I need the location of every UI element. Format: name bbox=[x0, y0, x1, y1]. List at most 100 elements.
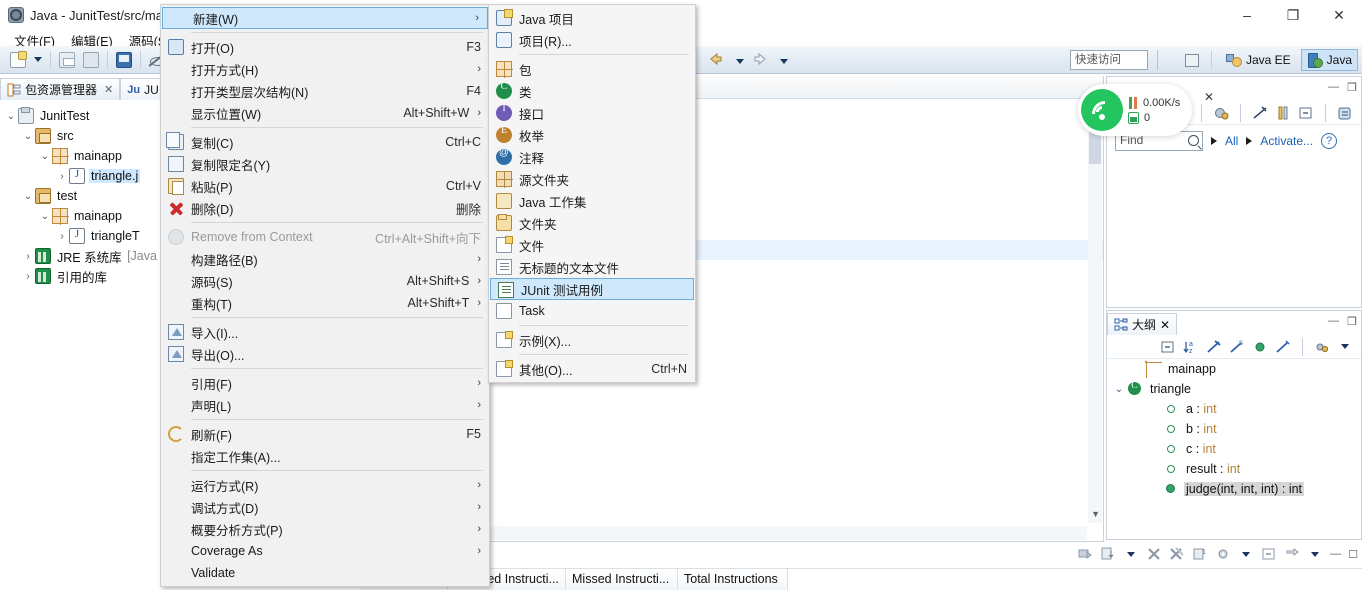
tree-item-src[interactable]: ⌄ src bbox=[4, 126, 182, 146]
maximize-icon[interactable]: ☐ bbox=[1348, 548, 1358, 561]
submenu-item-源文件夹[interactable]: 源文件夹 bbox=[489, 168, 695, 190]
outline-item[interactable]: judge(int, int, int) : int bbox=[1107, 479, 1361, 499]
print-icon[interactable] bbox=[80, 49, 102, 71]
collapse-all-icon[interactable] bbox=[1298, 105, 1314, 121]
submenu-item-注释[interactable]: 注释 bbox=[489, 146, 695, 168]
menu-item-源码s[interactable]: 源码(S) Alt+Shift+S › bbox=[161, 270, 489, 292]
close-button[interactable]: ✕ bbox=[1316, 0, 1362, 30]
maximize-button[interactable]: ❐ bbox=[1270, 0, 1316, 30]
menu-item-调试方式d[interactable]: 调试方式(D) › bbox=[161, 496, 489, 518]
activate-triangle-icon[interactable] bbox=[1246, 137, 1253, 145]
chevron-down-icon[interactable]: ⌄ bbox=[21, 191, 35, 202]
menu-item-删除d[interactable]: 删除(D) 删除 bbox=[161, 197, 489, 219]
submenu-item-junit测试用例[interactable]: JUnit 测试用例 bbox=[490, 278, 694, 300]
help-icon[interactable]: ? bbox=[1321, 133, 1338, 149]
menu-item-新建w[interactable]: 新建(W) › bbox=[162, 7, 488, 29]
chevron-down-icon[interactable] bbox=[1341, 344, 1349, 349]
collapse-all-icon[interactable] bbox=[1160, 339, 1176, 355]
tree-item-jre系统库[interactable]: › JRE 系统库 [Java bbox=[4, 246, 182, 266]
minimize-button[interactable]: – bbox=[1224, 0, 1270, 30]
menu-item-复制限定名y[interactable]: 复制限定名(Y) bbox=[161, 153, 489, 175]
submenu-item-java工作集[interactable]: Java 工作集 bbox=[489, 190, 695, 212]
submenu-item-类[interactable]: 类 bbox=[489, 80, 695, 102]
menu-item-coverageas[interactable]: Coverage As › bbox=[161, 540, 489, 562]
column-header[interactable]: Total Instructions bbox=[678, 568, 788, 590]
perspective-java[interactable]: Java bbox=[1300, 49, 1358, 71]
tree-item-mainapp[interactable]: ⌄ mainapp bbox=[4, 206, 182, 226]
menu-item-打开类型层次结构n[interactable]: 打开类型层次结构(N) F4 bbox=[161, 80, 489, 102]
minimize-icon[interactable]: — bbox=[1328, 81, 1339, 94]
chevron-down-icon[interactable]: ⌄ bbox=[1111, 384, 1127, 395]
expand-all-triangle-icon[interactable] bbox=[1211, 137, 1217, 145]
submenu-item-文件夹[interactable]: 文件夹 bbox=[489, 212, 695, 234]
submenu-item-枚举[interactable]: 枚举 bbox=[489, 124, 695, 146]
submenu-item-包[interactable]: 包 bbox=[489, 58, 695, 80]
menu-item-指定工作集a[interactable]: 指定工作集(A)... bbox=[161, 445, 489, 467]
forward-arrow-icon[interactable] bbox=[751, 50, 773, 72]
quick-access-input[interactable]: 快速访问 bbox=[1070, 50, 1148, 70]
close-icon[interactable]: ✕ bbox=[104, 83, 113, 96]
new-window-icon[interactable] bbox=[113, 49, 135, 71]
menu-item-概要分析方式p[interactable]: 概要分析方式(P) › bbox=[161, 518, 489, 540]
maximize-icon[interactable]: ❐ bbox=[1347, 81, 1357, 94]
new-wizard-dropdown-caret[interactable] bbox=[34, 57, 42, 62]
back-dropdown-caret[interactable] bbox=[736, 58, 744, 64]
outline-item[interactable]: c : int bbox=[1107, 439, 1361, 459]
tab-junit[interactable]: Ju JU bbox=[120, 78, 166, 100]
perspective-java-ee[interactable]: Java EE bbox=[1220, 49, 1297, 71]
menu-item-构建路径b[interactable]: 构建路径(B) › bbox=[161, 248, 489, 270]
chevron-down-icon[interactable]: ⌄ bbox=[21, 131, 35, 142]
submenu-item-java项目[interactable]: Java 项目 bbox=[489, 7, 695, 29]
collapse-all-icon[interactable] bbox=[1261, 546, 1277, 562]
menu-item-重构t[interactable]: 重构(T) Alt+Shift+T › bbox=[161, 292, 489, 314]
menu-item-运行方式r[interactable]: 运行方式(R) › bbox=[161, 474, 489, 496]
chevron-right-icon[interactable]: › bbox=[21, 271, 35, 282]
chevron-right-icon[interactable]: › bbox=[55, 171, 69, 182]
remove-session-icon[interactable] bbox=[1146, 546, 1162, 562]
outline-item[interactable]: mainapp bbox=[1107, 359, 1361, 379]
chevron-right-icon[interactable]: › bbox=[55, 231, 69, 242]
submenu-item-项目r[interactable]: 项目(R)... bbox=[489, 29, 695, 51]
minimize-icon[interactable]: — bbox=[1328, 315, 1339, 328]
menu-item-打开o[interactable]: 打开(O) F3 bbox=[161, 36, 489, 58]
minimize-icon[interactable]: — bbox=[1330, 548, 1341, 560]
outline-tree[interactable]: mainapp ⌄ triangle a : int b : int c : int res… bbox=[1107, 359, 1361, 499]
editor-vertical-scrollbar[interactable] bbox=[1088, 100, 1102, 523]
menu-item-导入i[interactable]: 导入(I)... bbox=[161, 321, 489, 343]
link-with-selection-icon[interactable] bbox=[1284, 546, 1300, 562]
tree-item-引用的库[interactable]: › 引用的库 bbox=[4, 266, 182, 286]
filter-icon[interactable] bbox=[1252, 105, 1268, 121]
activate-label[interactable]: Activate... bbox=[1260, 134, 1313, 148]
tab-outline[interactable]: 大纲 ✕ bbox=[1107, 313, 1178, 335]
outline-item[interactable]: b : int bbox=[1107, 419, 1361, 439]
chevron-down-icon[interactable]: ⌄ bbox=[38, 211, 52, 222]
view-menu-icon[interactable] bbox=[1311, 551, 1320, 557]
relaunch-coverage-icon[interactable] bbox=[1077, 546, 1093, 562]
tree-item-junittest[interactable]: ⌄ JunitTest bbox=[4, 106, 182, 126]
new-submenu[interactable]: Java 项目项目(R)... 包类接口枚举注释源文件夹 Java 工作集文件夹文件… bbox=[488, 4, 696, 383]
chevron-down-icon[interactable]: ⌄ bbox=[38, 151, 52, 162]
scroll-down-icon[interactable]: ▼ bbox=[1091, 509, 1100, 519]
counters-icon[interactable]: 1 bbox=[1192, 546, 1208, 562]
tree-item-trianglet[interactable]: › triangleT bbox=[4, 226, 182, 246]
column-header[interactable]: Missed Instructi... bbox=[566, 568, 678, 590]
view-menu-icon[interactable] bbox=[1314, 339, 1330, 355]
menu-item-刷新f[interactable]: 刷新(F) F5 bbox=[161, 423, 489, 445]
settings-icon[interactable] bbox=[1215, 546, 1231, 562]
network-speed-widget[interactable]: 0.00K/s 0 ✕ bbox=[1078, 84, 1214, 136]
close-icon[interactable]: ✕ bbox=[1204, 90, 1214, 104]
submenu-item-无标题的文本文件[interactable]: 无标题的文本文件 bbox=[489, 256, 695, 278]
outline-item[interactable]: a : int bbox=[1107, 399, 1361, 419]
chevron-right-icon[interactable]: › bbox=[21, 251, 35, 262]
dropdown-caret-2[interactable] bbox=[1242, 551, 1251, 557]
hide-non-public-icon[interactable] bbox=[1252, 339, 1268, 355]
menu-item-validate[interactable]: Validate bbox=[161, 562, 489, 584]
submenu-item-接口[interactable]: 接口 bbox=[489, 102, 695, 124]
close-icon[interactable]: ✕ bbox=[1160, 318, 1170, 332]
menu-item-显示位置w[interactable]: 显示位置(W) Alt+Shift+W › bbox=[161, 102, 489, 124]
save-icon[interactable] bbox=[56, 49, 78, 71]
menu-item-粘贴p[interactable]: 粘贴(P) Ctrl+V bbox=[161, 175, 489, 197]
view-menu-icon[interactable] bbox=[1337, 105, 1353, 121]
submenu-item-文件[interactable]: 文件 bbox=[489, 234, 695, 256]
hide-static-icon[interactable]: S bbox=[1229, 339, 1245, 355]
